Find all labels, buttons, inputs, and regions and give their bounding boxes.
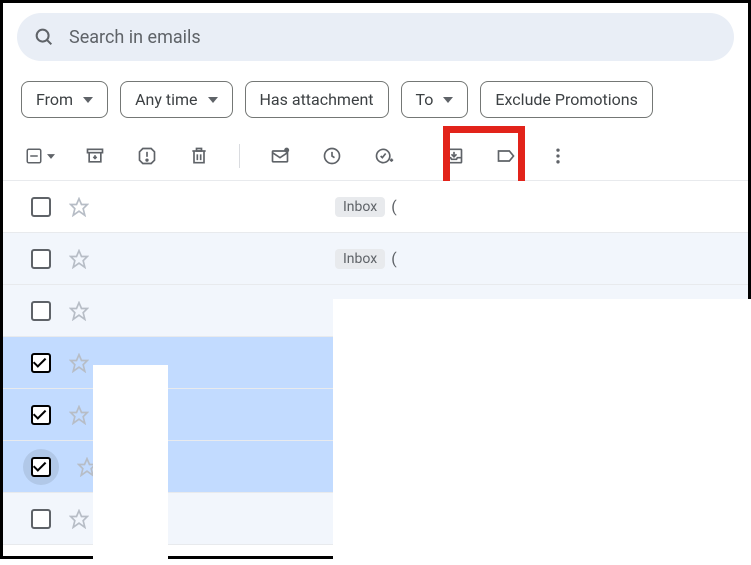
snippet: ( bbox=[391, 197, 396, 216]
row-checkbox[interactable] bbox=[31, 457, 51, 477]
dropdown-icon bbox=[83, 97, 93, 103]
row-checkbox[interactable] bbox=[31, 197, 51, 217]
row-checkbox[interactable] bbox=[31, 301, 51, 321]
filter-anytime-label: Any time bbox=[135, 90, 197, 109]
toolbar bbox=[3, 138, 748, 180]
inbox-label: Inbox bbox=[335, 249, 385, 269]
search-bar[interactable] bbox=[17, 13, 734, 61]
star-icon[interactable] bbox=[69, 301, 89, 321]
more-icon[interactable] bbox=[546, 144, 570, 168]
search-input[interactable] bbox=[69, 27, 718, 48]
filter-anytime[interactable]: Any time bbox=[120, 81, 232, 118]
row-checkbox[interactable] bbox=[31, 405, 51, 425]
labels-icon[interactable] bbox=[494, 144, 518, 168]
filter-from-label: From bbox=[36, 90, 73, 109]
star-icon[interactable] bbox=[69, 405, 89, 425]
filter-exclude-label: Exclude Promotions bbox=[495, 90, 637, 109]
delete-icon[interactable] bbox=[187, 144, 211, 168]
email-row[interactable]: Inbox ( bbox=[3, 181, 748, 233]
archive-icon[interactable] bbox=[83, 144, 107, 168]
row-checkbox[interactable] bbox=[31, 509, 51, 529]
snippet: ( bbox=[391, 249, 396, 268]
dropdown-icon bbox=[443, 97, 453, 103]
separator bbox=[239, 144, 240, 168]
email-row[interactable]: Inbox ( bbox=[3, 233, 748, 285]
filter-to[interactable]: To bbox=[401, 81, 469, 118]
snooze-icon[interactable] bbox=[320, 144, 344, 168]
row-checkbox[interactable] bbox=[31, 353, 51, 373]
star-icon[interactable] bbox=[69, 197, 89, 217]
star-icon[interactable] bbox=[69, 353, 89, 373]
row-content: Inbox ( bbox=[335, 249, 397, 269]
mark-unread-icon[interactable] bbox=[268, 144, 292, 168]
move-to-inbox-icon[interactable] bbox=[442, 144, 466, 168]
filter-from[interactable]: From bbox=[21, 81, 108, 118]
report-spam-icon[interactable] bbox=[135, 144, 159, 168]
row-checkbox-hover[interactable] bbox=[23, 449, 59, 485]
row-checkbox[interactable] bbox=[31, 249, 51, 269]
filter-row: From Any time Has attachment To Exclude … bbox=[3, 79, 748, 138]
search-icon bbox=[33, 26, 55, 48]
filter-exclude-promotions[interactable]: Exclude Promotions bbox=[480, 81, 652, 118]
filter-to-label: To bbox=[416, 90, 434, 109]
redaction-overlay bbox=[93, 365, 168, 565]
dropdown-icon bbox=[208, 97, 218, 103]
filter-attachment[interactable]: Has attachment bbox=[245, 81, 389, 118]
inbox-label: Inbox bbox=[335, 197, 385, 217]
select-all-checkbox[interactable] bbox=[25, 144, 55, 168]
filter-attachment-label: Has attachment bbox=[260, 90, 374, 109]
star-icon[interactable] bbox=[69, 249, 89, 269]
row-content: Inbox ( bbox=[335, 197, 397, 217]
star-icon[interactable] bbox=[69, 509, 89, 529]
redaction-overlay bbox=[333, 299, 751, 559]
add-to-tasks-icon[interactable] bbox=[372, 144, 396, 168]
